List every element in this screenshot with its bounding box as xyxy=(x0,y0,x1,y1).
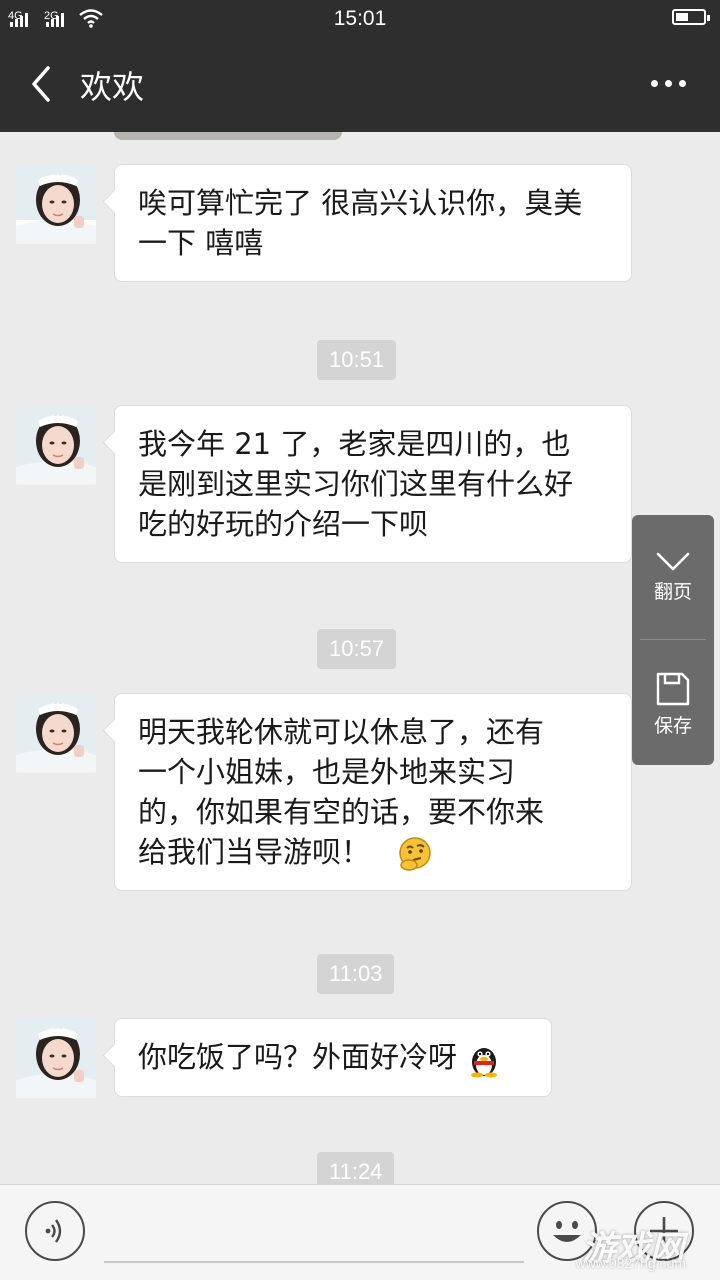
more-icon[interactable] xyxy=(651,80,686,87)
save-label: 保存 xyxy=(653,715,692,737)
message-bubble[interactable]: 你吃饭了吗？外面好冷呀 xyxy=(114,1018,552,1097)
message-line: 吃的好玩的介绍一下呗 xyxy=(138,507,429,541)
message-line: 一个小姐妹，也是外地来实习 xyxy=(138,755,516,789)
message-line: 一下 嘻嘻 xyxy=(138,226,264,260)
message-bubble[interactable]: 明天我轮休就可以休息了，还有 一个小姐妹，也是外地来实习 的，你如果有空的话，要… xyxy=(114,693,632,891)
page-label: 翻页 xyxy=(653,581,692,603)
floating-panel: 翻页 保存 xyxy=(632,515,714,765)
avatar[interactable] xyxy=(16,164,96,244)
thinking-emoji-icon xyxy=(399,837,431,871)
input-bar: 游戏网 www.0827hg.com xyxy=(0,1184,720,1280)
timestamp: 10:51 xyxy=(317,340,397,380)
message-line: 是刚到这里实习你们这里有什么好 xyxy=(138,467,574,501)
message-line: 我今年 21 了，老家是四川的，也 xyxy=(138,427,571,461)
battery-icon xyxy=(672,9,710,25)
image-message-tail[interactable] xyxy=(114,132,342,140)
chevron-down-icon xyxy=(656,552,690,571)
message-line-text: 给我们当导游呗！ xyxy=(138,835,371,869)
message-line: 明天我轮休就可以休息了，还有 xyxy=(138,715,545,749)
chat-header: 欢欢 xyxy=(0,36,720,132)
message-line-text: 你吃饭了吗？外面好冷呀 xyxy=(138,1040,458,1074)
status-time: 15:01 xyxy=(333,7,387,30)
timestamp: 11:03 xyxy=(317,954,395,994)
message-line: 你吃饭了吗？外面好冷呀 xyxy=(138,1037,529,1078)
timestamp: 11:24 xyxy=(317,1152,395,1184)
watermark-url: www.0827hg.com xyxy=(575,1255,686,1271)
message-bubble[interactable]: 唉可算忙完了 很高兴认识你，臭美 一下 嘻嘻 xyxy=(114,164,632,282)
avatar[interactable] xyxy=(16,1018,96,1098)
save-button[interactable]: 保存 xyxy=(632,671,714,738)
chat-title: 欢欢 xyxy=(80,68,145,106)
penguin-emoji-icon xyxy=(471,1048,498,1078)
voice-icon xyxy=(45,1219,62,1243)
message-bubble[interactable]: 我今年 21 了，老家是四川的，也 是刚到这里实习你们这里有什么好 吃的好玩的介… xyxy=(114,405,632,563)
avatar[interactable] xyxy=(16,405,96,485)
avatar[interactable] xyxy=(16,693,96,773)
message-line: 给我们当导游呗！ xyxy=(138,832,609,872)
status-bar: 4G 2G 15:01 xyxy=(0,0,720,36)
page-button[interactable]: 翻页 xyxy=(632,551,714,604)
message-line: 唉可算忙完了 很高兴认识你，臭美 xyxy=(138,186,583,220)
save-icon xyxy=(656,672,690,706)
chat-area[interactable]: 唉可算忙完了 很高兴认识你，臭美 一下 嘻嘻 10:51 我今年 21 了，老家… xyxy=(0,132,720,1184)
timestamp: 10:57 xyxy=(317,629,397,669)
message-input[interactable] xyxy=(104,1261,524,1263)
voice-button[interactable] xyxy=(25,1201,85,1261)
chevron-left-icon[interactable] xyxy=(24,64,64,104)
message-line: 的，你如果有空的话，要不你来 xyxy=(138,795,545,829)
divider xyxy=(640,639,706,640)
